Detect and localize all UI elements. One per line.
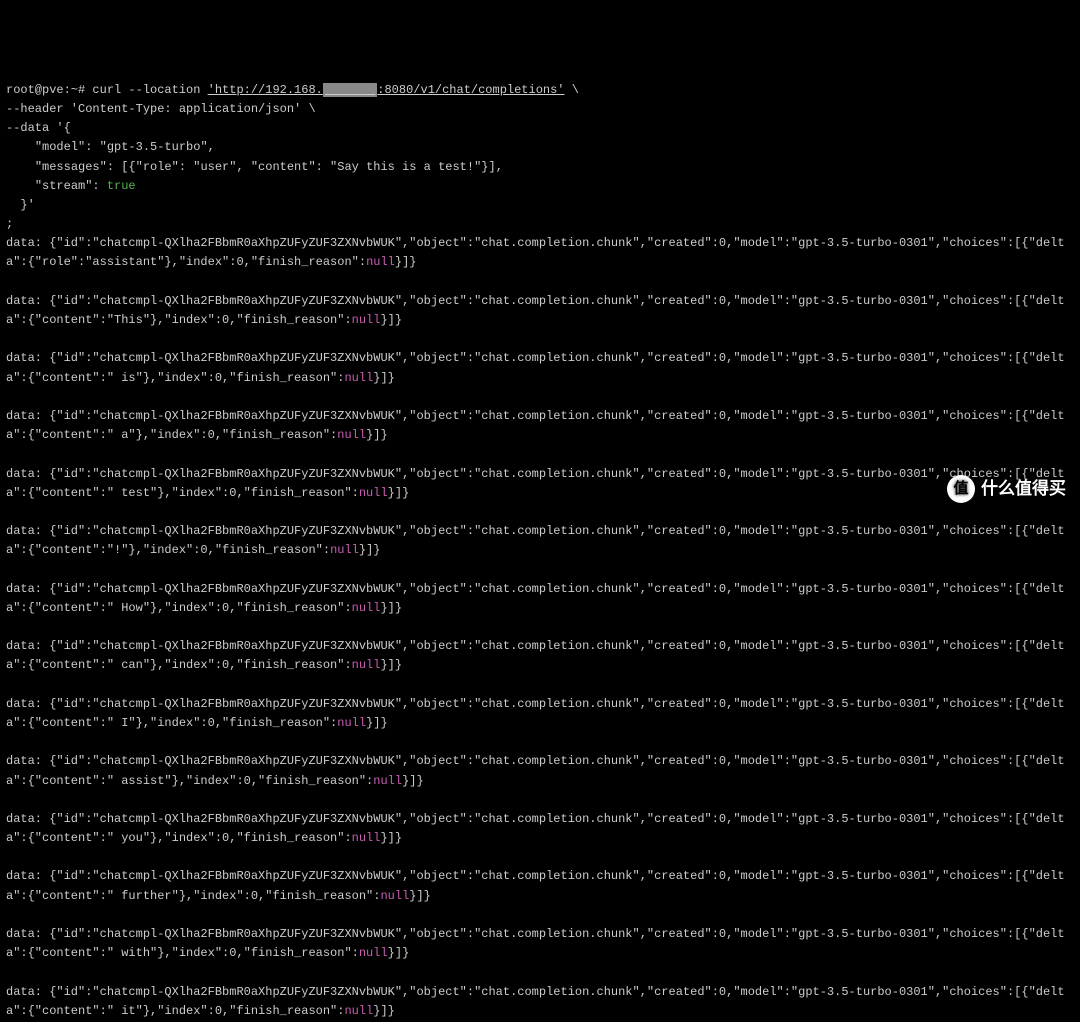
blank-line [6, 963, 1074, 982]
sse-line: data: {"id":"chatcmpl-QXlha2FBbmR0aXhpZU… [6, 810, 1074, 848]
blank-line [6, 560, 1074, 579]
sse-line: data: {"id":"chatcmpl-QXlha2FBbmR0aXhpZU… [6, 752, 1074, 790]
cmd-line-2: --header 'Content-Type: application/json… [6, 100, 1074, 119]
blank-line [6, 330, 1074, 349]
terminal-output[interactable]: root@pve:~# curl --location 'http://192.… [6, 81, 1074, 1022]
blank-line [6, 733, 1074, 752]
blank-line [6, 906, 1074, 925]
sse-line: data: {"id":"chatcmpl-QXlha2FBbmR0aXhpZU… [6, 983, 1074, 1021]
blank-line [6, 676, 1074, 695]
blank-line [6, 388, 1074, 407]
blank-line [6, 1021, 1074, 1022]
sse-line: data: {"id":"chatcmpl-QXlha2FBbmR0aXhpZU… [6, 234, 1074, 272]
sse-line: data: {"id":"chatcmpl-QXlha2FBbmR0aXhpZU… [6, 637, 1074, 675]
cmd-line-3: --data '{ [6, 119, 1074, 138]
sse-line: data: {"id":"chatcmpl-QXlha2FBbmR0aXhpZU… [6, 292, 1074, 330]
sse-line: data: {"id":"chatcmpl-QXlha2FBbmR0aXhpZU… [6, 349, 1074, 387]
sse-line: data: {"id":"chatcmpl-QXlha2FBbmR0aXhpZU… [6, 407, 1074, 445]
sse-line: data: {"id":"chatcmpl-QXlha2FBbmR0aXhpZU… [6, 695, 1074, 733]
blank-line [6, 848, 1074, 867]
blank-line [6, 445, 1074, 464]
blank-line [6, 503, 1074, 522]
sse-line: data: {"id":"chatcmpl-QXlha2FBbmR0aXhpZU… [6, 580, 1074, 618]
blank-line [6, 791, 1074, 810]
cmd-line-4: "model": "gpt-3.5-turbo", [6, 138, 1074, 157]
blank-line [6, 618, 1074, 637]
cmd-line-7: }' [6, 196, 1074, 215]
cmd-line-6: "stream": true [6, 177, 1074, 196]
sse-line: data: {"id":"chatcmpl-QXlha2FBbmR0aXhpZU… [6, 522, 1074, 560]
blank-line [6, 273, 1074, 292]
sse-line: data: {"id":"chatcmpl-QXlha2FBbmR0aXhpZU… [6, 925, 1074, 963]
cmd-line-1: root@pve:~# curl --location 'http://192.… [6, 81, 1074, 100]
cmd-line-5: "messages": [{"role": "user", "content":… [6, 158, 1074, 177]
sse-line: data: {"id":"chatcmpl-QXlha2FBbmR0aXhpZU… [6, 465, 1074, 503]
cmd-line-8: ; [6, 215, 1074, 234]
sse-line: data: {"id":"chatcmpl-QXlha2FBbmR0aXhpZU… [6, 867, 1074, 905]
